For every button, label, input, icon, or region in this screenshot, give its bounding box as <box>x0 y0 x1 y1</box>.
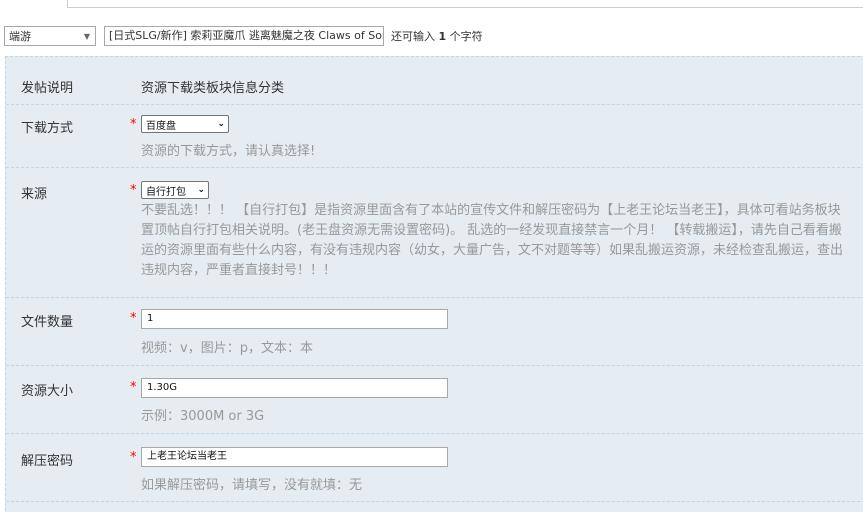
required-star: * <box>130 183 137 198</box>
source-notice-line: 违规内容，严重者直接封号！！！ <box>141 263 337 278</box>
thread-type-value: 端游 <box>9 30 31 43</box>
required-star: * <box>130 117 137 132</box>
tab-divider <box>68 7 863 8</box>
row-size: 资源大小 * 1.30G 示例：3000M or 3G <box>6 366 863 434</box>
source-select[interactable]: 自行打包 ⌄ <box>141 181 209 199</box>
char-counter: 还可输入 1 个字符 <box>391 28 483 44</box>
file-count-hint: 视频：v，图片：p，文本：本 <box>141 341 313 356</box>
required-star: * <box>130 450 137 465</box>
counter-number: 1 <box>438 30 447 43</box>
password-input[interactable]: 上老王论坛当老王 <box>141 447 448 467</box>
source-notice: 不要乱选！！！ 【自行打包】是指资源里面含有了本站的宣传文件和解压密码为【上老王… <box>141 201 863 281</box>
download-hint: 资源的下载方式，请认真选择! <box>141 144 316 159</box>
row-source: 来源 * 自行打包 ⌄ 不要乱选！！！ 【自行打包】是指资源里面含有了本站的宣传… <box>6 168 863 298</box>
size-hint: 示例：3000M or 3G <box>141 409 265 424</box>
source-notice-line: 不要乱选！！！ 【自行打包】是指资源里面含有了本站的宣传文件和解压密码为【上老王… <box>141 203 841 218</box>
source-label: 来源 <box>21 187 48 202</box>
intro-text: 资源下载类板块信息分类 <box>141 81 285 96</box>
editor-tab[interactable] <box>0 0 68 8</box>
chevron-down-icon: ⌄ <box>197 185 205 195</box>
required-star: * <box>130 311 137 326</box>
source-value: 自行打包 <box>146 186 186 198</box>
download-method-value: 百度盘 <box>146 120 176 132</box>
row-download: 下载方式 * 百度盘 ⌄ 资源的下载方式，请认真选择! <box>6 105 863 168</box>
counter-suffix: 个字符 <box>449 30 483 43</box>
required-star: * <box>130 380 137 395</box>
row-intro: 发帖说明 资源下载类板块信息分类 <box>6 57 863 105</box>
source-notice-line: 置顶帖自行打包相关说明。(老王盘资源无需设置密码)。 乱选的一经发现直接禁言一个… <box>141 223 842 238</box>
subject-input[interactable]: [日式SLG/新作] 索莉亚魔爪 逃离魅魔之夜 Claws of Soria <box>104 26 384 46</box>
thread-type-select[interactable]: 端游 ▼ <box>4 26 96 46</box>
file-count-label: 文件数量 <box>21 315 74 330</box>
download-method-select[interactable]: 百度盘 ⌄ <box>141 115 229 133</box>
download-label: 下载方式 <box>21 121 74 136</box>
row-file-count: 文件数量 * 1 视频：v，图片：p，文本：本 <box>6 298 863 366</box>
title-row: 端游 ▼ [日式SLG/新作] 索莉亚魔爪 逃离魅魔之夜 Claws of So… <box>4 26 483 46</box>
chevron-down-icon: ⌄ <box>217 119 225 129</box>
counter-prefix: 还可输入 <box>391 30 435 43</box>
size-input[interactable]: 1.30G <box>141 378 448 398</box>
row-password: 解压密码 * 上老王论坛当老王 如果解压密码，请填写，没有就填：无 <box>6 434 863 502</box>
password-label: 解压密码 <box>21 454 74 469</box>
chevron-down-icon: ▼ <box>83 31 90 41</box>
password-hint: 如果解压密码，请填写，没有就填：无 <box>141 478 363 493</box>
intro-label: 发帖说明 <box>21 81 74 96</box>
source-notice-line: 运的资源里面有些什么内容，有没有违规内容（幼女，大量广告，文不对题等等）如果乱搬… <box>141 243 844 258</box>
file-count-input[interactable]: 1 <box>141 309 448 329</box>
size-label: 资源大小 <box>21 384 74 399</box>
thread-info-panel: 发帖说明 资源下载类板块信息分类 下载方式 * 百度盘 ⌄ 资源的下载方式，请认… <box>5 56 863 512</box>
